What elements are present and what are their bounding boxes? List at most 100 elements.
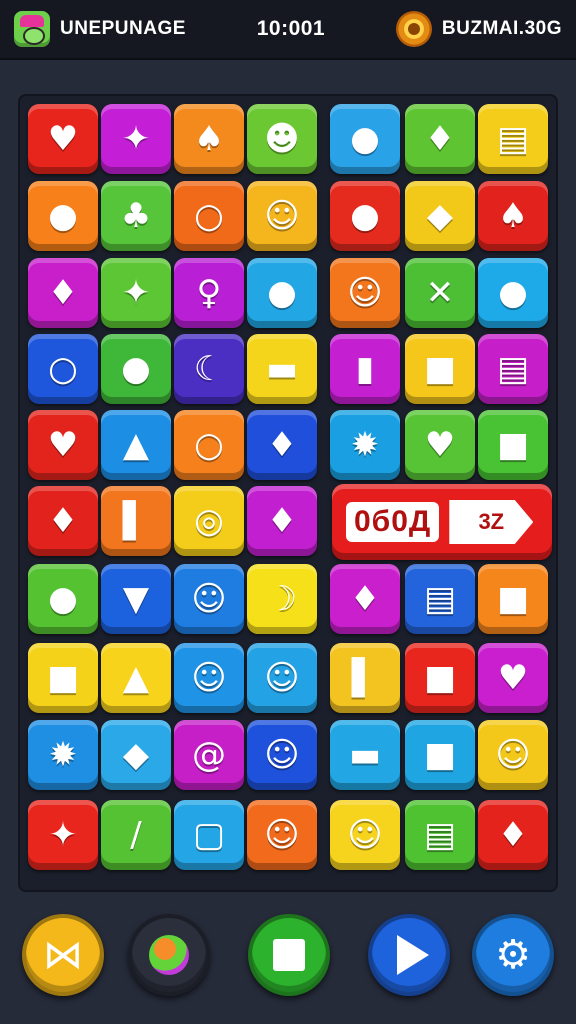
tile-fish-icon[interactable]: ♦: [28, 258, 98, 328]
tile-flag-icon[interactable]: ▌: [101, 486, 171, 556]
tile-roll-icon[interactable]: ▬: [247, 334, 317, 404]
tile-orange-icon[interactable]: ○: [174, 181, 244, 251]
tile-heart-icon[interactable]: ♥: [478, 643, 548, 713]
tile-location-pin-icon[interactable]: ♦: [405, 104, 475, 174]
tile-ring-icon[interactable]: ○: [28, 334, 98, 404]
tile-flower-face-icon[interactable]: ☺: [247, 800, 317, 870]
tile-cookie-icon[interactable]: ●: [28, 181, 98, 251]
tile-heart-icon[interactable]: ♥: [28, 104, 98, 174]
slime-face-icon: ☻: [264, 119, 300, 159]
tile-sun-face-icon[interactable]: ✹: [28, 720, 98, 790]
tile-hand-icon[interactable]: ▲: [101, 643, 171, 713]
tile-ghost-icon[interactable]: ☺: [247, 181, 317, 251]
tile-radish-icon[interactable]: ♥: [405, 410, 475, 480]
tile-drop-icon[interactable]: ♦: [330, 564, 400, 634]
tile-paint-roller-icon[interactable]: ▬: [330, 720, 400, 790]
tile-ice-cream-icon[interactable]: ▼: [101, 564, 171, 634]
tile-book-icon[interactable]: ▤: [405, 564, 475, 634]
leaf-icon: ♠: [497, 196, 529, 236]
tile-wand-icon[interactable]: /: [101, 800, 171, 870]
tile-leaf-icon[interactable]: ♠: [478, 181, 548, 251]
tile-speech-bubble-icon[interactable]: ●: [28, 564, 98, 634]
top-bar: UNEPUNAGE 10:001 BUZMAI.30G: [0, 0, 576, 60]
pepper-icon: ♦: [266, 425, 298, 465]
winged-creature-icon: ✦: [121, 119, 151, 159]
spiral-icon: ◎: [194, 501, 224, 541]
tile-diamond-face-icon[interactable]: ◆: [101, 720, 171, 790]
tile-lime-icon[interactable]: ●: [247, 258, 317, 328]
tile-box-icon[interactable]: ■: [478, 564, 548, 634]
gear-button[interactable]: ⚙: [472, 914, 554, 996]
tile-star-icon[interactable]: ✦: [28, 800, 98, 870]
tile-badge-icon[interactable]: ◆: [405, 181, 475, 251]
tile-cake-icon[interactable]: ▤: [478, 104, 548, 174]
tile-mirror-icon[interactable]: ♀: [174, 258, 244, 328]
giraffe-icon: ☺: [495, 735, 531, 775]
lollipop-icon: ●: [498, 273, 528, 313]
tile-shop-icon[interactable]: ▤: [478, 334, 548, 404]
tile-carrot-icon[interactable]: ♦: [478, 800, 548, 870]
badge-icon: ◆: [426, 196, 454, 236]
monster-power-icon: [149, 935, 189, 975]
tile-orange-icon[interactable]: ○: [174, 410, 244, 480]
tile-chart-card-icon[interactable]: ▤: [405, 800, 475, 870]
tile-lion-icon[interactable]: ☺: [247, 643, 317, 713]
tile-banana-icon[interactable]: ☽: [247, 564, 317, 634]
tile-heart-icon[interactable]: ♥: [28, 410, 98, 480]
tile-cheese-icon[interactable]: ▲: [101, 410, 171, 480]
stop-button[interactable]: [248, 914, 330, 996]
timer: 10:001: [256, 17, 326, 40]
tile-swirl-icon[interactable]: @: [174, 720, 244, 790]
tile-fish-icon[interactable]: ♦: [28, 486, 98, 556]
tile-ghost-face-icon[interactable]: ☺: [174, 643, 244, 713]
star-icon: ✦: [48, 815, 78, 855]
tile-cat-face-icon[interactable]: ☺: [330, 800, 400, 870]
skip-button[interactable]: ⋈: [22, 914, 104, 996]
tile-sparkle-icon[interactable]: ✦: [101, 258, 171, 328]
tile-mask-face-icon[interactable]: ☺: [330, 258, 400, 328]
tile-sack-icon[interactable]: ♠: [174, 104, 244, 174]
ghost-face-icon: ☺: [191, 658, 227, 698]
tile-ticket-icon[interactable]: ■: [405, 334, 475, 404]
tile-spiral-icon[interactable]: ◎: [174, 486, 244, 556]
tile-winged-creature-icon[interactable]: ✦: [101, 104, 171, 174]
tile-square-icon[interactable]: ■: [28, 643, 98, 713]
tile-fire-dash-icon[interactable]: ♦: [247, 486, 317, 556]
swirl-icon: @: [192, 735, 226, 775]
orange-icon: ○: [194, 196, 224, 236]
fish-icon: ♦: [47, 501, 79, 541]
tile-cube-icon[interactable]: ■: [405, 643, 475, 713]
radish-icon: ♥: [424, 425, 456, 465]
monster-power-button[interactable]: [128, 914, 210, 996]
tile-moon-icon[interactable]: ☾: [174, 334, 244, 404]
tile-pepper-icon[interactable]: ♦: [247, 410, 317, 480]
mask-face-icon: ☺: [347, 273, 383, 313]
bottle-face-icon: ☺: [191, 579, 227, 619]
tile-frame-icon[interactable]: ■: [405, 720, 475, 790]
tile-slime-face-icon[interactable]: ☻: [247, 104, 317, 174]
tile-lollipop-icon[interactable]: ●: [478, 258, 548, 328]
play-icon: [397, 935, 429, 975]
tile-green-card-icon[interactable]: ▌: [330, 643, 400, 713]
tile-battery-icon[interactable]: ▮: [330, 334, 400, 404]
tile-bottle-face-icon[interactable]: ☺: [174, 564, 244, 634]
monster-avatar-icon[interactable]: [14, 11, 50, 47]
tile-giraffe-icon[interactable]: ☺: [478, 720, 548, 790]
tile-bug-icon[interactable]: ●: [101, 334, 171, 404]
chart-card-icon: ▤: [423, 815, 457, 855]
tile-robot-box-icon[interactable]: ■: [478, 410, 548, 480]
location-pin-icon: ♦: [424, 119, 456, 159]
tile-ribbon-icon[interactable]: ✕: [405, 258, 475, 328]
tile-sun-gear-icon[interactable]: ✹: [330, 410, 400, 480]
diamond-face-icon: ◆: [122, 735, 150, 775]
tile-tablet-icon[interactable]: ▢: [174, 800, 244, 870]
tile-happy-face-icon[interactable]: ☺: [247, 720, 317, 790]
heart-icon: ♥: [47, 425, 79, 465]
shop-icon: ▤: [496, 349, 530, 389]
play-button[interactable]: [368, 914, 450, 996]
tile-potato-icon[interactable]: ♣: [101, 181, 171, 251]
square-icon: ■: [46, 658, 80, 698]
tile-lollipop-icon[interactable]: ●: [330, 104, 400, 174]
sun-gear-icon: ✹: [350, 425, 380, 465]
tile-apple-icon[interactable]: ●: [330, 181, 400, 251]
